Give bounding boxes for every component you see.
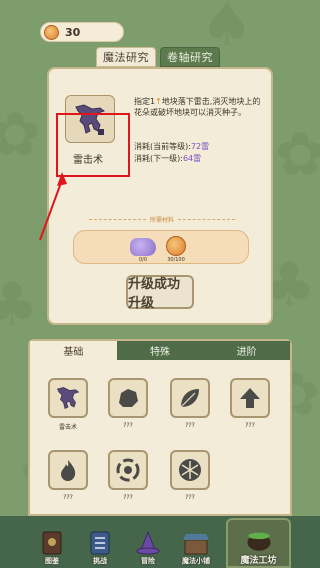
challenge-icon [90, 531, 110, 555]
bottom-nav: 图鉴 挑战 冒险 魔法小铺 魔法工坊 [0, 516, 320, 568]
nav-challenge[interactable]: 挑战 [80, 522, 120, 566]
tab-basic[interactable]: 基础 [30, 341, 117, 360]
skill-detail-card: 雷击术 指定1↑地块落下雷击,消灭地块上的花朵或破坏地块可以消灭种子。 消耗(当… [47, 67, 273, 325]
skill-tile-rock[interactable] [108, 378, 148, 418]
lightning-icon [56, 387, 80, 410]
skill-tile-leaf[interactable] [170, 378, 210, 418]
flame-icon [61, 460, 76, 481]
research-tabs: 魔法研究 卷轴研究 [96, 47, 220, 67]
skill-label: ??? [63, 494, 73, 501]
cost-next: 消耗(下一级):64雷 [134, 154, 202, 163]
arrow-up-icon [240, 388, 260, 408]
skill-tile-vortex[interactable] [108, 450, 148, 490]
cost-current: 消耗(当前等级):72雷 [134, 142, 210, 151]
tab-magic-research[interactable]: 魔法研究 [96, 47, 156, 67]
wizard-hat-icon [136, 530, 160, 555]
skill-label: ??? [123, 422, 133, 429]
tab-advanced[interactable]: 进阶 [203, 341, 291, 360]
purple-crystal-icon [130, 238, 156, 256]
coin-icon [166, 236, 186, 256]
upgrade-button[interactable]: 升级成功 升级 [126, 275, 194, 311]
skill-tile-lightning[interactable] [48, 378, 88, 418]
material-crystal: 0/0 [130, 238, 156, 263]
highlight-box [56, 113, 130, 177]
material-coin: 30/100 [166, 236, 186, 263]
nav-magic-workshop[interactable]: 魔法工坊 [226, 518, 291, 568]
coin-counter: 30 [40, 22, 124, 42]
nav-codex[interactable]: 图鉴 [32, 522, 72, 566]
tab-scroll-research[interactable]: 卷轴研究 [160, 47, 220, 67]
skill-label: 雷击术 [58, 424, 77, 431]
skill-label: ??? [185, 494, 195, 501]
skill-tile-snowflake[interactable] [170, 450, 210, 490]
vortex-icon [116, 458, 140, 482]
skill-list-panel: 基础 特殊 进阶 雷击术 ??? ??? ??? ??? ??? ??? [28, 339, 292, 516]
tab-special[interactable]: 特殊 [116, 341, 204, 360]
skill-tile-arrow[interactable] [230, 378, 270, 418]
materials-box: 0/0 30/100 [73, 230, 249, 264]
nav-adventure[interactable]: 冒险 [128, 522, 168, 566]
skill-description: 指定1↑地块落下雷击,消灭地块上的花朵或破坏地块可以消灭种子。 [134, 97, 261, 117]
skill-label: ??? [185, 422, 195, 429]
rock-icon [119, 389, 138, 407]
book-icon [42, 531, 62, 555]
coin-icon [44, 24, 59, 40]
skill-category-tabs: 基础 特殊 进阶 [30, 341, 291, 360]
skill-label: ??? [123, 494, 133, 501]
materials-title: 所需材料 [89, 215, 235, 224]
skill-tile-flame[interactable] [48, 450, 88, 490]
skill-label: ??? [245, 422, 255, 429]
nav-magic-shop[interactable]: 魔法小铺 [176, 522, 216, 566]
shop-icon [183, 534, 209, 555]
coin-count: 30 [65, 25, 81, 39]
snowflake-icon [179, 459, 201, 481]
leaf-icon [180, 389, 199, 408]
cauldron-icon [246, 532, 271, 551]
